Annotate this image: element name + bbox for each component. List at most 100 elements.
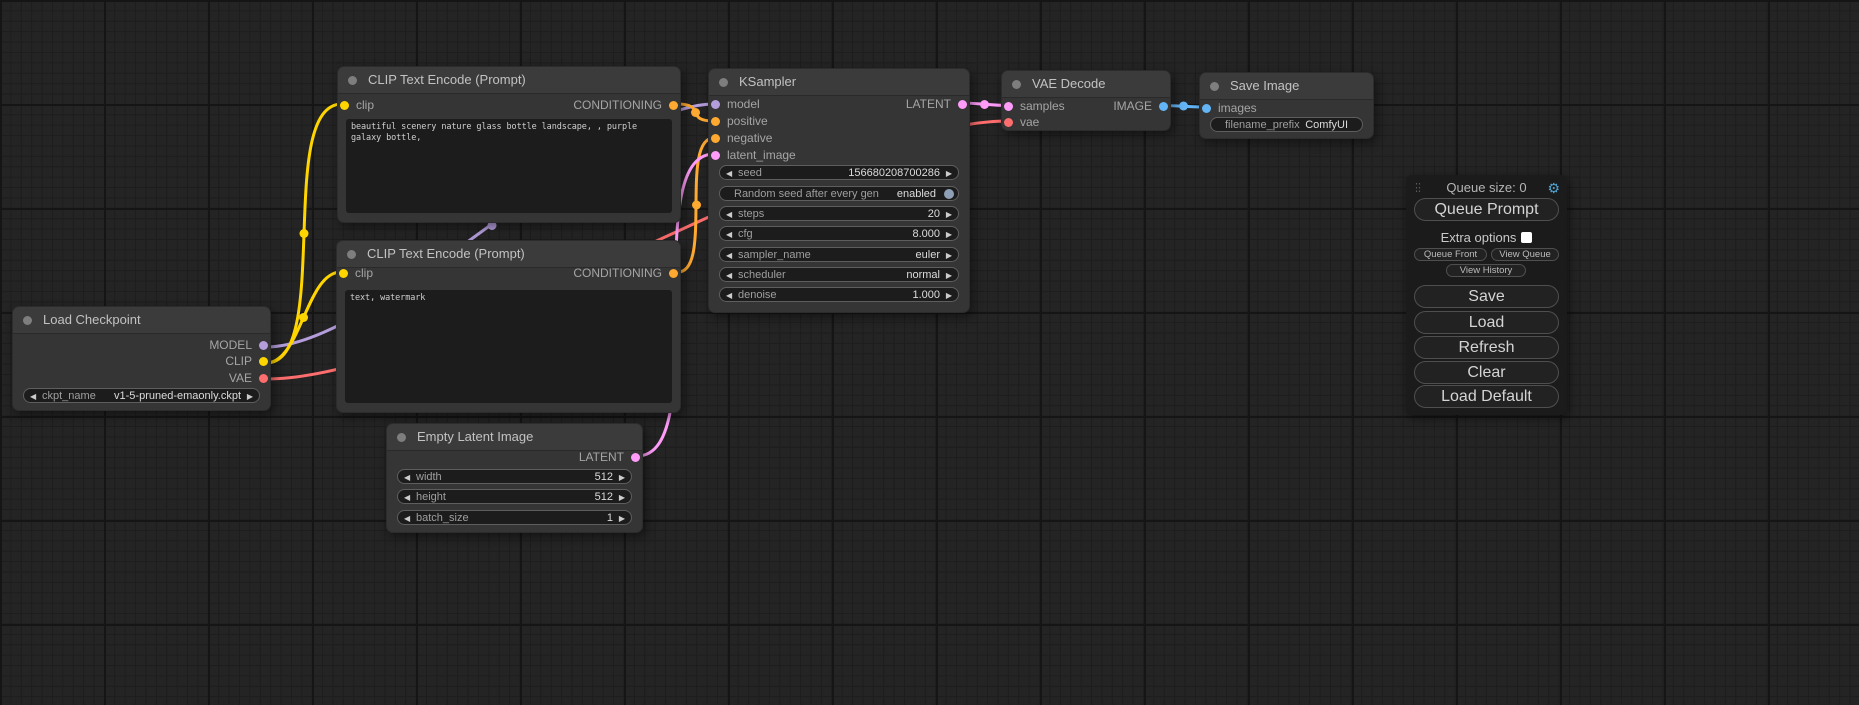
clear-button[interactable]: Clear: [1414, 361, 1559, 384]
widget-scheduler[interactable]: ◀ scheduler normal ▶: [719, 267, 959, 282]
node-clip-text-encode-negative[interactable]: CLIP Text Encode (Prompt) clip CONDITION…: [336, 240, 681, 413]
output-slot-conditioning[interactable]: CONDITIONING: [573, 97, 678, 113]
input-dot-latent-image[interactable]: [711, 151, 720, 160]
decrement-arrow-icon[interactable]: ◀: [404, 470, 410, 485]
widget-seed[interactable]: ◀ seed 156680208700286 ▶: [719, 165, 959, 180]
output-dot-clip[interactable]: [259, 357, 268, 366]
output-dot-vae[interactable]: [259, 374, 268, 383]
load-button[interactable]: Load: [1414, 311, 1559, 334]
input-dot-samples[interactable]: [1004, 102, 1013, 111]
output-dot-image[interactable]: [1159, 102, 1168, 111]
collapse-dot-icon[interactable]: [348, 76, 357, 85]
link-midpoint-dot[interactable]: [300, 229, 309, 238]
increment-arrow-icon[interactable]: ▶: [946, 288, 952, 303]
decrement-arrow-icon[interactable]: ◀: [726, 227, 732, 242]
input-dot-negative[interactable]: [711, 134, 720, 143]
increment-arrow-icon[interactable]: ▶: [619, 470, 625, 485]
widget-random-seed-toggle[interactable]: Random seed after every gen enabled: [719, 186, 959, 201]
view-history-button[interactable]: View History: [1446, 264, 1526, 277]
decrement-arrow-icon[interactable]: ◀: [726, 288, 732, 303]
collapse-dot-icon[interactable]: [719, 78, 728, 87]
decrement-arrow-icon[interactable]: ◀: [30, 389, 36, 404]
link-midpoint-dot[interactable]: [980, 100, 989, 109]
node-title-bar[interactable]: Save Image: [1200, 73, 1373, 100]
toggle-knob-icon[interactable]: [944, 189, 954, 199]
settings-gear-icon[interactable]: ⚙: [1547, 180, 1560, 196]
output-slot-model[interactable]: MODEL: [209, 337, 268, 353]
collapse-dot-icon[interactable]: [23, 316, 32, 325]
input-slot-samples[interactable]: samples: [1004, 98, 1065, 114]
increment-arrow-icon[interactable]: ▶: [619, 511, 625, 526]
queue-prompt-button[interactable]: Queue Prompt: [1414, 198, 1559, 221]
node-title-bar[interactable]: CLIP Text Encode (Prompt): [338, 67, 680, 94]
prompt-textarea[interactable]: text, watermark: [345, 290, 672, 403]
node-vae-decode[interactable]: VAE Decode samples vae IMAGE: [1001, 70, 1171, 131]
prompt-textarea[interactable]: beautiful scenery nature glass bottle la…: [346, 119, 672, 213]
queue-front-button[interactable]: Queue Front: [1414, 248, 1487, 261]
decrement-arrow-icon[interactable]: ◀: [726, 268, 732, 283]
link-midpoint-dot[interactable]: [691, 108, 700, 117]
output-dot-conditioning[interactable]: [669, 269, 678, 278]
load-default-button[interactable]: Load Default: [1414, 385, 1559, 408]
input-dot-model[interactable]: [711, 100, 720, 109]
widget-steps[interactable]: ◀ steps 20 ▶: [719, 206, 959, 221]
collapse-dot-icon[interactable]: [347, 250, 356, 259]
comfyui-canvas[interactable]: Load Checkpoint MODEL CLIP VAE ◀ ckpt_na…: [0, 0, 1859, 705]
widget-width[interactable]: ◀ width 512 ▶: [397, 469, 632, 484]
output-dot-model[interactable]: [259, 341, 268, 350]
input-dot-images[interactable]: [1202, 104, 1211, 113]
increment-arrow-icon[interactable]: ▶: [946, 207, 952, 222]
increment-arrow-icon[interactable]: ▶: [946, 227, 952, 242]
input-slot-model[interactable]: model: [711, 96, 760, 112]
output-dot-conditioning[interactable]: [669, 101, 678, 110]
widget-sampler-name[interactable]: ◀ sampler_name euler ▶: [719, 247, 959, 262]
output-dot-latent[interactable]: [958, 100, 967, 109]
output-slot-latent[interactable]: LATENT: [906, 96, 967, 112]
save-button[interactable]: Save: [1414, 285, 1559, 308]
input-dot-positive[interactable]: [711, 117, 720, 126]
node-save-image[interactable]: Save Image images filename_prefix ComfyU…: [1199, 72, 1374, 139]
decrement-arrow-icon[interactable]: ◀: [726, 207, 732, 222]
node-title-bar[interactable]: Empty Latent Image: [387, 424, 642, 451]
input-slot-positive[interactable]: positive: [711, 113, 768, 129]
extra-options-checkbox[interactable]: [1521, 232, 1532, 243]
widget-batch-size[interactable]: ◀ batch_size 1 ▶: [397, 510, 632, 525]
decrement-arrow-icon[interactable]: ◀: [404, 490, 410, 505]
collapse-dot-icon[interactable]: [1012, 80, 1021, 89]
input-slot-negative[interactable]: negative: [711, 130, 772, 146]
view-queue-button[interactable]: View Queue: [1491, 248, 1559, 261]
input-dot-clip[interactable]: [339, 269, 348, 278]
node-clip-text-encode-positive[interactable]: CLIP Text Encode (Prompt) clip CONDITION…: [337, 66, 681, 223]
increment-arrow-icon[interactable]: ▶: [247, 389, 253, 404]
output-slot-latent[interactable]: LATENT: [579, 449, 640, 465]
link-midpoint-dot[interactable]: [1179, 102, 1188, 111]
increment-arrow-icon[interactable]: ▶: [946, 268, 952, 283]
decrement-arrow-icon[interactable]: ◀: [726, 166, 732, 181]
output-slot-clip[interactable]: CLIP: [225, 353, 268, 369]
widget-denoise[interactable]: ◀ denoise 1.000 ▶: [719, 287, 959, 302]
input-slot-vae[interactable]: vae: [1004, 114, 1039, 130]
increment-arrow-icon[interactable]: ▶: [946, 166, 952, 181]
decrement-arrow-icon[interactable]: ◀: [726, 248, 732, 263]
increment-arrow-icon[interactable]: ▶: [619, 490, 625, 505]
widget-filename-prefix[interactable]: filename_prefix ComfyUI: [1210, 117, 1363, 132]
collapse-dot-icon[interactable]: [397, 433, 406, 442]
widget-ckpt-name[interactable]: ◀ ckpt_name v1-5-pruned-emaonly.ckpt ▶: [23, 388, 260, 403]
input-slot-latent-image[interactable]: latent_image: [711, 147, 796, 163]
widget-height[interactable]: ◀ height 512 ▶: [397, 489, 632, 504]
input-slot-clip[interactable]: clip: [340, 97, 374, 113]
refresh-button[interactable]: Refresh: [1414, 336, 1559, 359]
output-slot-image[interactable]: IMAGE: [1113, 98, 1168, 114]
increment-arrow-icon[interactable]: ▶: [946, 248, 952, 263]
node-title-bar[interactable]: VAE Decode: [1002, 71, 1170, 98]
link-midpoint-dot[interactable]: [692, 201, 701, 210]
input-slot-images[interactable]: images: [1202, 100, 1257, 116]
input-slot-clip[interactable]: clip: [339, 265, 373, 281]
input-dot-clip[interactable]: [340, 101, 349, 110]
widget-cfg[interactable]: ◀ cfg 8.000 ▶: [719, 226, 959, 241]
node-title-bar[interactable]: Load Checkpoint: [13, 307, 270, 334]
link-midpoint-dot[interactable]: [299, 313, 308, 322]
output-dot-latent[interactable]: [631, 453, 640, 462]
output-slot-vae[interactable]: VAE: [229, 370, 268, 386]
node-empty-latent-image[interactable]: Empty Latent Image LATENT ◀ width 512 ▶ …: [386, 423, 643, 533]
